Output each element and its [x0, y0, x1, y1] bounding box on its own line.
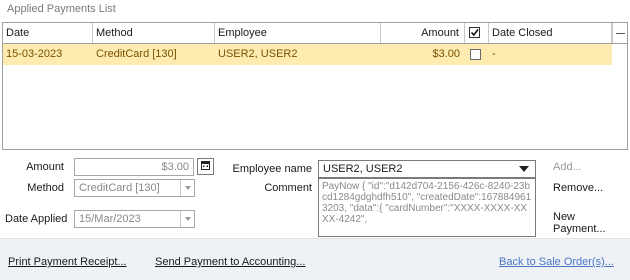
column-header-method[interactable]: Method: [93, 23, 215, 43]
comment-textarea[interactable]: PayNow { "id":"d142d704-2156-426c-8240-2…: [318, 178, 536, 237]
chevron-down-icon[interactable]: [519, 166, 529, 172]
date-applied-label: Date Applied: [5, 213, 68, 225]
row-checkbox-icon[interactable]: [470, 49, 481, 60]
new-payment-button[interactable]: New Payment...: [553, 211, 630, 235]
date-applied-picker[interactable]: 15/Mar/2023: [74, 210, 195, 228]
column-header-date-closed[interactable]: Date Closed: [489, 23, 612, 43]
section-title: Applied Payments List: [7, 3, 116, 15]
method-select-value: CreditCard [130]: [79, 182, 160, 194]
remove-button[interactable]: Remove...: [553, 182, 603, 194]
calculator-icon: [201, 161, 210, 170]
print-payment-receipt-link[interactable]: Print Payment Receipt...: [8, 256, 127, 268]
scrollbar-collapse-icon[interactable]: [612, 23, 627, 43]
grid-header: Date Method Employee Amount Date Closed: [3, 23, 627, 44]
cell-amount: $3.00: [432, 48, 460, 60]
cell-date-closed: -: [492, 48, 496, 60]
send-payment-to-accounting-link[interactable]: Send Payment to Accounting...: [155, 256, 305, 268]
table-row[interactable]: 15-03-2023 CreditCard [130] USER2, USER2…: [3, 44, 612, 65]
employee-name-label: Employee name: [232, 163, 313, 175]
column-header-amount[interactable]: Amount: [381, 23, 465, 43]
footer-bar: Print Payment Receipt... Send Payment to…: [0, 238, 630, 280]
method-label: Method: [27, 182, 64, 194]
chevron-down-icon: [185, 217, 191, 221]
amount-label: Amount: [26, 161, 64, 173]
column-header-checkbox[interactable]: [465, 23, 489, 43]
select-all-checkbox-icon[interactable]: [469, 27, 480, 38]
date-applied-value: 15/Mar/2023: [79, 213, 141, 225]
back-to-sale-orders-link[interactable]: Back to Sale Order(s)...: [499, 256, 614, 268]
add-button[interactable]: Add...: [553, 161, 582, 173]
cell-method: CreditCard [130]: [96, 48, 177, 60]
column-header-employee[interactable]: Employee: [215, 23, 381, 43]
employee-name-select[interactable]: USER2, USER2: [318, 160, 536, 178]
date-dropdown-button[interactable]: [180, 211, 194, 227]
calculator-button[interactable]: [197, 158, 214, 175]
comment-label: Comment: [264, 182, 312, 194]
cell-date: 15-03-2023: [6, 48, 63, 60]
column-header-date[interactable]: Date: [3, 23, 93, 43]
amount-input[interactable]: $3.00: [74, 158, 194, 176]
method-select[interactable]: CreditCard [130]: [74, 179, 195, 197]
cell-employee: USER2, USER2: [218, 48, 298, 60]
employee-name-value: USER2, USER2: [323, 163, 403, 175]
method-dropdown-button[interactable]: [180, 180, 194, 196]
payments-grid[interactable]: Date Method Employee Amount Date Closed …: [2, 22, 628, 150]
chevron-down-icon: [185, 186, 191, 190]
